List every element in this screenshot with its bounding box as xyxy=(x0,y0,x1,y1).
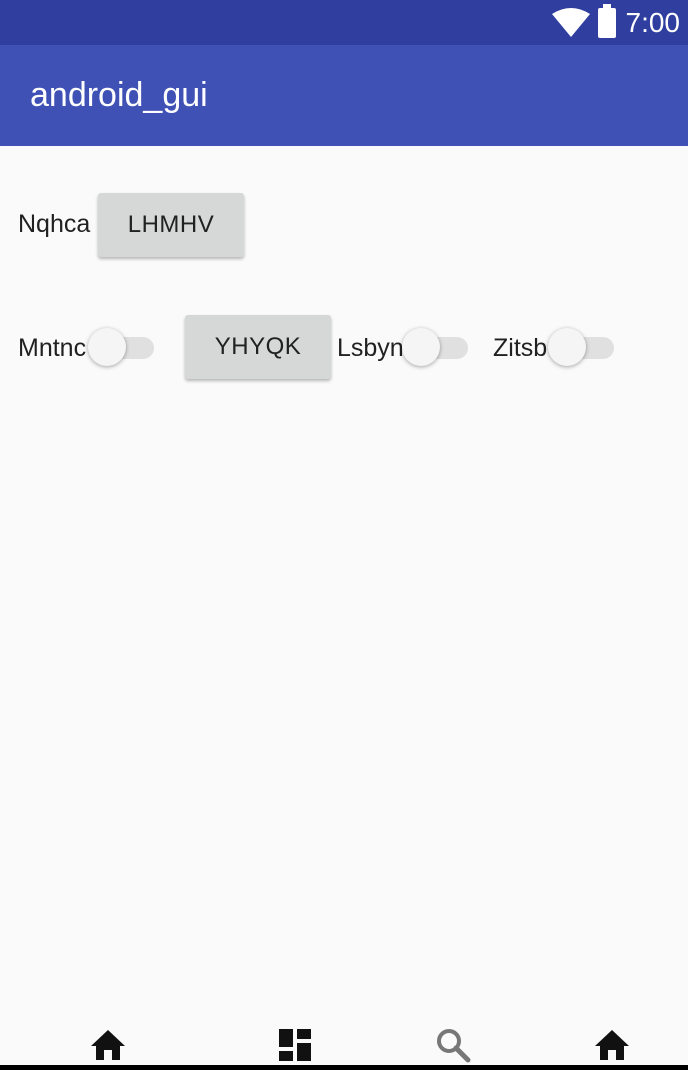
lsbyn-switch[interactable] xyxy=(402,328,468,368)
lsbyn-label: Lsbyn xyxy=(337,334,404,362)
bottom-divider xyxy=(0,1065,688,1070)
mntnc-switch[interactable] xyxy=(88,328,154,368)
zitsb-switch[interactable] xyxy=(548,328,614,368)
switch-thumb xyxy=(88,328,126,366)
app-title: android_gui xyxy=(30,76,208,114)
home-icon[interactable] xyxy=(593,1026,631,1064)
status-time: 7:00 xyxy=(625,6,681,38)
bottom-navigation xyxy=(0,1016,688,1070)
wifi-icon xyxy=(551,7,590,37)
search-icon[interactable] xyxy=(434,1026,472,1064)
dashboard-icon[interactable] xyxy=(276,1026,314,1064)
yhyqk-button[interactable]: YHYQK xyxy=(185,315,331,379)
lhmhv-button[interactable]: LHMHV xyxy=(98,193,244,257)
mntnc-label: Mntnc xyxy=(18,334,87,362)
app-bar: android_gui xyxy=(0,45,688,146)
zitsb-label: Zitsb xyxy=(493,334,548,362)
switch-thumb xyxy=(548,328,586,366)
main-content: Nqhca LHMHV Mntnc YHYQK Lsbyn Zitsb xyxy=(0,146,688,1026)
status-icons: 7:00 xyxy=(551,0,681,45)
switch-thumb xyxy=(402,328,440,366)
status-bar: 7:00 xyxy=(0,0,688,45)
nqhca-label: Nqhca xyxy=(18,210,91,238)
battery-icon xyxy=(597,3,616,38)
home-icon[interactable] xyxy=(89,1026,127,1064)
